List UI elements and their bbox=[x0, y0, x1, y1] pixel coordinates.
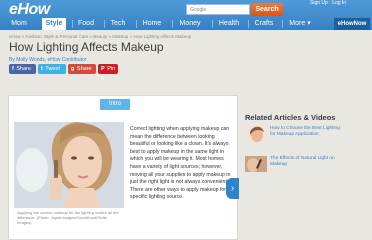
woman-applying-makeup-image bbox=[14, 122, 124, 208]
photo-caption: Applying the correct makeup for the ligh… bbox=[17, 210, 119, 225]
nav-health[interactable]: Health bbox=[214, 18, 244, 30]
article-intro-text: Correct lighting when applying makeup ca… bbox=[130, 126, 231, 201]
related-link[interactable]: How to Choose the Best Lighting for Make… bbox=[270, 126, 342, 138]
nav-tech[interactable]: Tech bbox=[106, 18, 130, 30]
twitter-share-button[interactable]: t Tweet bbox=[38, 64, 66, 74]
facebook-share-label: Share bbox=[16, 66, 32, 72]
twitter-share-label: Tweet bbox=[45, 66, 60, 72]
account-links: Sign Up Log In bbox=[310, 0, 349, 9]
related-articles-heading: Related Articles & Videos bbox=[245, 113, 336, 122]
facebook-icon: f bbox=[12, 66, 14, 72]
nav-more[interactable]: More ▾ bbox=[286, 18, 314, 30]
nav-more-label: More bbox=[289, 20, 306, 27]
nav-style[interactable]: Style bbox=[42, 18, 66, 30]
nav-divider bbox=[212, 20, 213, 28]
nav-mom[interactable]: Mom bbox=[8, 18, 30, 30]
nav-money[interactable]: Money bbox=[174, 18, 206, 30]
ehownow-button[interactable]: eHowNow bbox=[334, 18, 370, 30]
nav-divider bbox=[104, 20, 105, 28]
ehow-logo[interactable]: eHow bbox=[9, 1, 50, 19]
article-photo[interactable] bbox=[14, 122, 124, 208]
woman-face-thumbnail-image bbox=[245, 126, 267, 142]
pinterest-button[interactable]: P Pin it bbox=[98, 64, 118, 82]
pinterest-icon: P bbox=[101, 66, 105, 72]
nav-divider bbox=[282, 20, 283, 28]
related-item[interactable]: How to Choose the Best Lighting for Make… bbox=[245, 126, 365, 154]
main-nav: Mom Style Food Tech Home Money Health Cr… bbox=[0, 18, 372, 30]
sign-up-link[interactable]: Sign Up bbox=[310, 0, 328, 6]
makeup-brush-thumbnail-image bbox=[245, 156, 267, 172]
chevron-down-icon: ▾ bbox=[307, 20, 311, 27]
related-item[interactable]: The Effects of Natural Light on Makeup bbox=[245, 156, 365, 184]
chevron-right-icon: › bbox=[230, 183, 235, 194]
tab-intro[interactable]: Intro bbox=[100, 99, 130, 110]
nav-divider bbox=[72, 20, 73, 28]
nav-crafts[interactable]: Crafts bbox=[250, 18, 278, 30]
page-title: How Lighting Affects Makeup bbox=[9, 40, 164, 54]
nav-divider bbox=[136, 20, 137, 28]
nav-divider bbox=[248, 20, 249, 28]
twitter-icon: t bbox=[41, 66, 43, 72]
log-in-link[interactable]: Log In bbox=[332, 0, 346, 6]
nav-food[interactable]: Food bbox=[74, 18, 98, 30]
search-input[interactable]: Google bbox=[186, 4, 250, 15]
related-thumbnail[interactable] bbox=[245, 126, 267, 142]
author-byline[interactable]: By Molly Woods, eHow Contributor bbox=[9, 57, 86, 63]
nav-divider bbox=[172, 20, 173, 28]
next-slide-button[interactable]: › bbox=[226, 178, 239, 199]
google-share-label: Share bbox=[76, 66, 92, 72]
related-thumbnail[interactable] bbox=[245, 156, 267, 172]
google-plus-icon: g bbox=[71, 66, 75, 72]
breadcrumb[interactable]: eHow » Fashion, Style & Personal Care » … bbox=[9, 34, 191, 39]
nav-home[interactable]: Home bbox=[138, 18, 166, 30]
facebook-share-button[interactable]: f Share bbox=[9, 64, 36, 74]
site-header: eHow Google Search Sign Up Log In Mom St… bbox=[0, 0, 372, 30]
google-share-button[interactable]: g Share bbox=[68, 64, 96, 74]
search-button[interactable]: Search bbox=[251, 3, 283, 16]
related-link[interactable]: The Effects of Natural Light on Makeup bbox=[270, 156, 342, 168]
